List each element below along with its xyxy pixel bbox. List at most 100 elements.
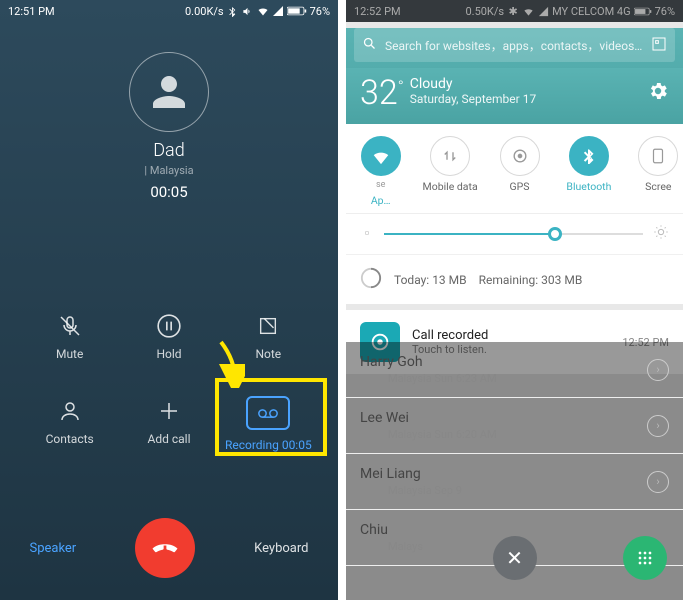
quick-toggles: se Ap… Mobile data GPS Bluetooth Scree [346,124,683,214]
volume-icon [242,5,254,17]
toggle-wifi[interactable]: se Ap… [346,136,415,207]
toggle-label: Bluetooth [566,180,611,193]
chevron-right-icon[interactable]: › [647,359,669,381]
note-label: Note [255,347,281,361]
temp-value: 32 [360,73,398,113]
contact-name: Chiu [360,522,423,538]
contacts-label: Contacts [46,432,94,446]
battery-icon [634,5,652,17]
toggle-label: GPS [510,180,530,193]
toggle-bluetooth[interactable]: Bluetooth [554,136,623,207]
bottom-bar: Speaker Keyboard [0,518,338,578]
contact-meta: Malays [388,540,423,553]
call-controls: Mute Hold Note Contacts Add call [0,311,338,452]
hold-icon [154,311,184,341]
wifi-icon [257,5,269,17]
battery-pct: 76% [310,5,330,18]
dialpad-icon [635,548,655,568]
mute-icon [55,311,85,341]
keyboard-button[interactable]: Keyboard [254,541,308,556]
toggle-label: Mobile data [423,180,478,193]
contact-name: Harry Goh [360,354,497,370]
contact-name: Lee Wei [360,410,497,426]
chevron-right-icon[interactable]: › [647,415,669,437]
contact-meta: Malaysia Sun 6:23 AM [388,372,497,385]
toggle-label: Scree [645,180,671,193]
close-button[interactable]: ✕ [493,536,537,580]
plus-icon [154,396,184,426]
addcall-label: Add call [148,432,191,446]
weather-widget[interactable]: 32° Cloudy Saturday, September 17 [346,68,683,124]
bluetooth-icon [227,5,239,17]
data-icon [360,267,382,292]
speaker-button[interactable]: Speaker [29,541,76,556]
toggle-data[interactable]: Mobile data [415,136,484,207]
recording-icon [246,396,290,430]
signal-icon [272,5,284,17]
status-icons: 0.00K/s 76% [185,5,330,18]
status-bar: 12:51 PM 0.00K/s 76% [0,0,338,22]
recording-label: Recording 00:05 [225,438,312,452]
contact-meta: Malaysia Sun 6:20 AM [388,428,497,441]
end-call-button[interactable] [135,518,195,578]
contact-meta: Malaysia Sep 9 [388,484,462,497]
battery-icon [287,5,307,17]
temp-unit: ° [398,77,404,96]
search-icon [362,36,377,54]
phone-left: 12:51 PM 0.00K/s 76% Dad Malaysia [0,0,338,600]
settings-icon[interactable] [647,80,669,106]
bluetooth-icon: ✱ [507,5,519,17]
slider-track[interactable] [384,233,643,235]
status-icons: 0.50K/s ✱ MY CELCOM 4G 76% [465,5,675,18]
mute-button[interactable]: Mute [20,311,119,361]
slider-thumb[interactable] [548,227,562,241]
contact-row[interactable]: Mei LiangMalaysia Sep 9 › [346,454,683,510]
toggle-label: Ap… [371,194,391,207]
brightness-high-icon [653,224,669,244]
note-icon [253,311,283,341]
phone-right: 12:52 PM 0.50K/s ✱ MY CELCOM 4G 76% Sear… [346,0,683,600]
status-time: 12:52 PM [354,5,401,18]
caller-location: Malaysia [0,164,338,177]
phone-hangup-icon [150,533,180,563]
toggle-screen[interactable]: Scree [624,136,683,207]
contact-list: Harry Goh Malaysia Sun 6:23 AM › Lee Wei M… [346,342,683,566]
status-bar: 12:52 PM 0.50K/s ✱ MY CELCOM 4G 76% [346,0,683,22]
search-placeholder: Search for websites，apps，contacts，videos… [385,37,643,54]
wifi-icon [522,5,534,17]
contacts-button[interactable]: Contacts [20,396,119,452]
person-icon [145,68,193,116]
contacts-icon [55,396,85,426]
contact-row[interactable]: Lee Wei Malaysia Sun 6:20 AM › [346,398,683,454]
data-usage[interactable]: Today: 13 MB Remaining: 303 MB [346,254,683,304]
notification-title: Call recorded [412,328,610,343]
hold-button[interactable]: Hold [119,311,218,361]
brightness-low-icon [360,225,374,244]
hold-label: Hold [156,347,181,361]
weather-date: Saturday, September 17 [410,92,536,106]
caller-name: Dad [0,140,338,161]
caller-info: Dad Malaysia 00:05 [0,140,338,201]
contact-row[interactable]: Harry Goh Malaysia Sun 6:23 AM › [346,342,683,398]
close-icon: ✕ [506,546,523,570]
search-bar[interactable]: Search for websites，apps，contacts，videos… [354,28,675,62]
avatar [129,52,209,132]
battery-pct: 76% [655,5,675,18]
data-today: Today: 13 MB [394,273,467,287]
carrier: MY CELCOM 4G [552,5,631,18]
data-remain: Remaining: 303 MB [479,273,583,287]
net-speed: 0.50K/s [465,5,504,18]
recording-button[interactable]: Recording 00:05 [219,396,318,452]
toggle-gps[interactable]: GPS [485,136,554,207]
call-duration: 00:05 [0,183,338,201]
mute-label: Mute [56,347,83,361]
dialpad-fab[interactable] [623,536,667,580]
note-button[interactable]: Note [219,311,318,361]
signal-icon [537,5,549,17]
notification-shade: Search for websites，apps，contacts，videos… [346,28,683,374]
weather-cond: Cloudy [410,76,536,92]
chevron-right-icon[interactable]: › [647,471,669,493]
brightness-slider[interactable] [346,214,683,254]
scan-icon[interactable] [651,36,667,55]
add-call-button[interactable]: Add call [119,396,218,452]
